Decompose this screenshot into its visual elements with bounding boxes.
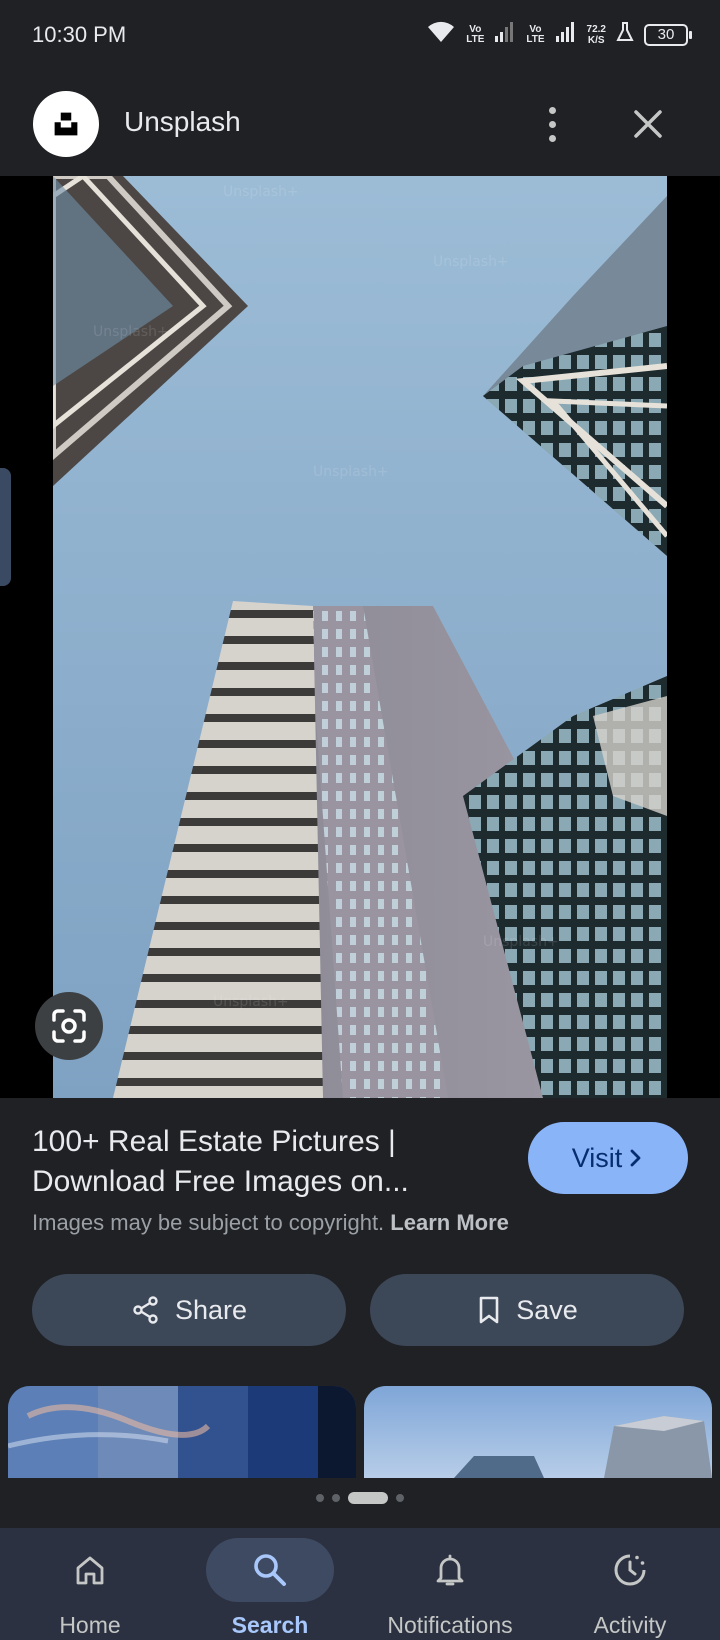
bookmark-icon bbox=[479, 1296, 499, 1324]
nav-activity-label: Activity bbox=[593, 1612, 667, 1638]
activity-icon bbox=[614, 1554, 646, 1586]
network-speed: 72.2 K/S bbox=[587, 24, 606, 46]
battery-level: 30 bbox=[657, 26, 675, 43]
svg-text:Unsplash+: Unsplash+ bbox=[313, 464, 389, 480]
nav-search[interactable]: Search bbox=[180, 1528, 360, 1640]
nav-notifications[interactable]: Notifications bbox=[360, 1528, 540, 1640]
page-dot-active[interactable] bbox=[348, 1492, 388, 1504]
battery-icon: 30 bbox=[644, 23, 692, 46]
related-image-1 bbox=[8, 1386, 356, 1478]
page-dot[interactable] bbox=[396, 1494, 404, 1502]
main-image[interactable]: Unsplash+ Unsplash+ Unsplash+ Unsplash+ … bbox=[53, 176, 667, 1098]
pagination-dots bbox=[0, 1492, 720, 1504]
svg-text:Unsplash+: Unsplash+ bbox=[213, 994, 289, 1010]
chevron-right-icon bbox=[630, 1149, 641, 1167]
source-header: Unsplash bbox=[0, 72, 720, 176]
more-options-button[interactable] bbox=[536, 100, 568, 148]
close-button[interactable] bbox=[628, 104, 668, 144]
side-panel-handle[interactable] bbox=[0, 468, 11, 586]
network-type-2: Vo LTE bbox=[526, 23, 545, 45]
network-type-1: Vo LTE bbox=[466, 23, 485, 45]
google-lens-button[interactable] bbox=[35, 992, 103, 1060]
nav-search-label: Search bbox=[231, 1612, 309, 1638]
copyright-text: Images may be subject to copyright. bbox=[32, 1210, 385, 1235]
bell-icon bbox=[436, 1554, 464, 1586]
google-lens-icon bbox=[52, 1009, 86, 1043]
signal-icon bbox=[555, 21, 577, 48]
visit-label: Visit bbox=[571, 1142, 623, 1173]
page-dot[interactable] bbox=[316, 1494, 324, 1502]
search-icon bbox=[254, 1554, 286, 1586]
result-info-panel: 100+ Real Estate Pictures | Download Fre… bbox=[0, 1098, 720, 1538]
flask-icon bbox=[616, 21, 634, 48]
nav-activity[interactable]: Activity bbox=[540, 1528, 720, 1640]
unsplash-logo-icon bbox=[54, 112, 78, 136]
svg-text:Unsplash+: Unsplash+ bbox=[93, 324, 169, 340]
share-button[interactable]: Share bbox=[32, 1274, 346, 1346]
status-icons: Vo LTE Vo LTE 72.2 K/S 30 bbox=[426, 20, 692, 49]
home-icon bbox=[76, 1556, 104, 1585]
close-icon bbox=[634, 110, 662, 138]
status-bar: 10:30 PM Vo LTE Vo LTE 72.2 K/S 30 bbox=[0, 0, 720, 72]
unsplash-logo[interactable] bbox=[33, 91, 99, 157]
image-viewer[interactable]: Unsplash+ Unsplash+ Unsplash+ Unsplash+ … bbox=[0, 176, 720, 1098]
visit-button[interactable]: Visit bbox=[528, 1122, 688, 1194]
bottom-navigation: Home Search Notifications Activity bbox=[0, 1528, 720, 1640]
page-dot[interactable] bbox=[332, 1494, 340, 1502]
nav-notifications-label: Notifications bbox=[387, 1612, 513, 1638]
signal-icon bbox=[494, 21, 516, 48]
svg-text:Unsplash+: Unsplash+ bbox=[483, 934, 559, 950]
result-title[interactable]: 100+ Real Estate Pictures | Download Fre… bbox=[32, 1122, 472, 1202]
svg-text:Unsplash+: Unsplash+ bbox=[223, 184, 299, 200]
more-vert-icon bbox=[548, 106, 556, 114]
learn-more-link[interactable]: Learn More bbox=[390, 1210, 509, 1235]
copyright-notice: Images may be subject to copyright. Lear… bbox=[32, 1210, 509, 1236]
related-image-thumbnail[interactable] bbox=[364, 1386, 712, 1478]
svg-text:Unsplash+: Unsplash+ bbox=[433, 254, 509, 270]
share-label: Share bbox=[174, 1294, 248, 1325]
speed-unit: K/S bbox=[587, 34, 605, 46]
related-image-2 bbox=[364, 1386, 712, 1478]
nav-home[interactable]: Home bbox=[0, 1528, 180, 1640]
building-photo: Unsplash+ Unsplash+ Unsplash+ Unsplash+ … bbox=[53, 176, 667, 1098]
related-image-thumbnail[interactable] bbox=[8, 1386, 356, 1478]
save-label: Save bbox=[516, 1294, 578, 1325]
wifi-icon bbox=[426, 20, 456, 49]
speed-value: 72.2 bbox=[586, 23, 606, 35]
nav-home-label: Home bbox=[59, 1612, 121, 1638]
status-time: 10:30 PM bbox=[32, 22, 127, 47]
share-icon bbox=[133, 1296, 158, 1324]
save-button[interactable]: Save bbox=[370, 1274, 684, 1346]
site-name[interactable]: Unsplash bbox=[124, 106, 241, 138]
